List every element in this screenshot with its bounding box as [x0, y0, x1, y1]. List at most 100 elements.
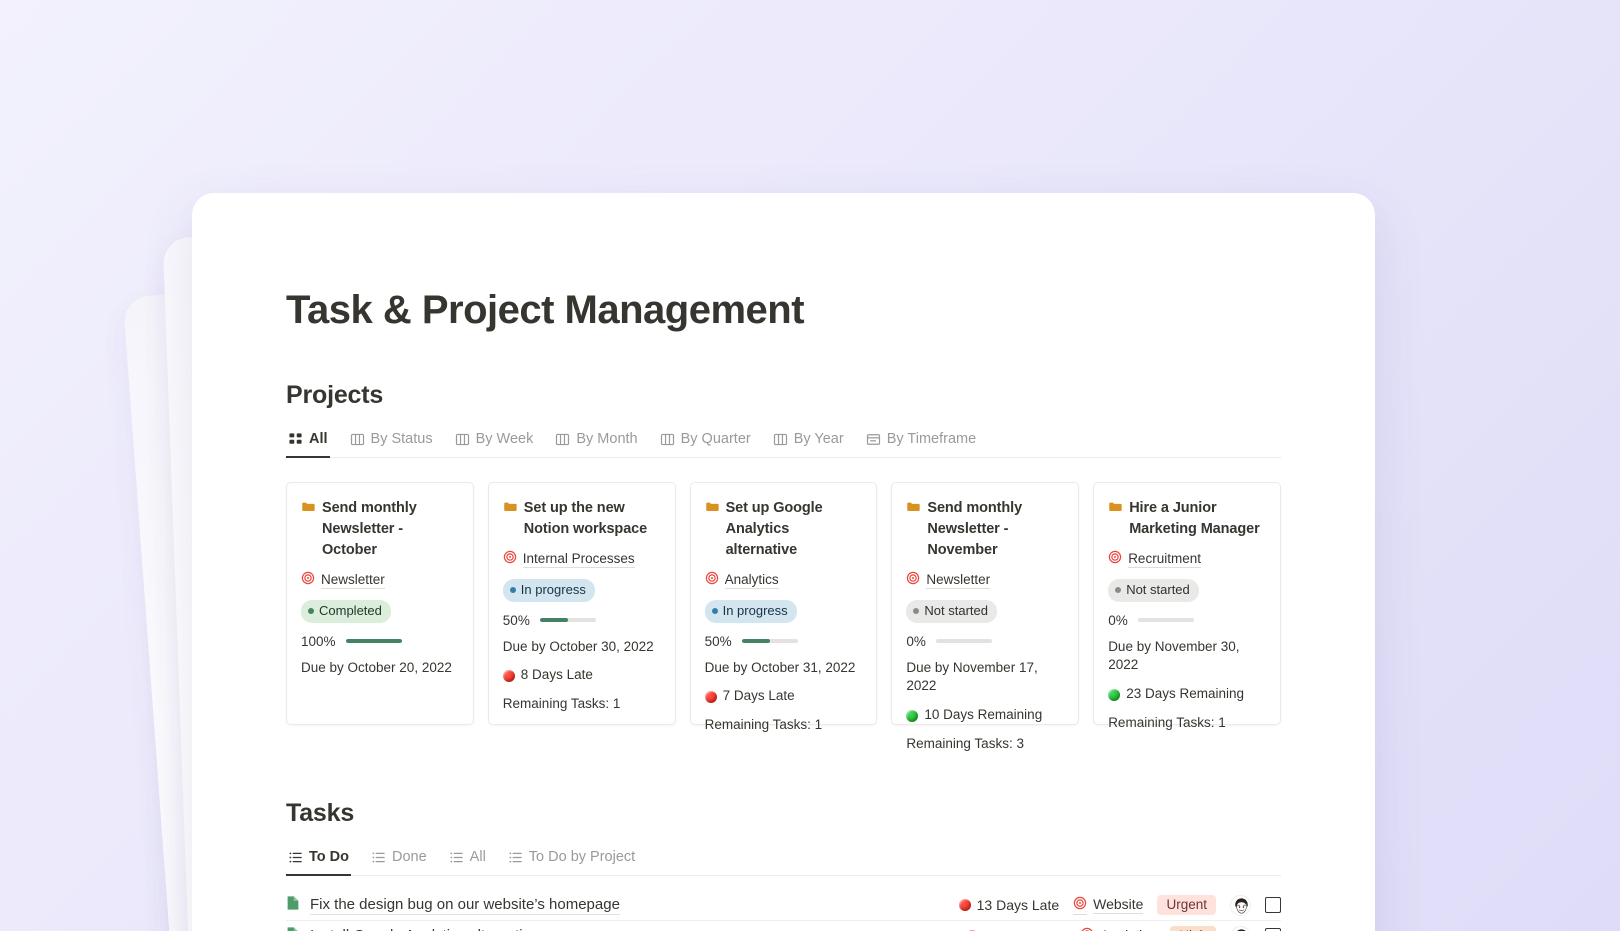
status-dot-icon	[308, 608, 314, 614]
projects-tab-by-week[interactable]: By Week	[453, 427, 536, 458]
progress-bar-fill	[540, 618, 568, 622]
tasks-tab-done[interactable]: Done	[369, 845, 429, 876]
green-circle-icon	[906, 710, 918, 722]
target-icon	[503, 550, 517, 569]
project-timing: 7 Days Late	[705, 687, 863, 706]
project-card-title: Hire a Junior Marketing Manager	[1108, 498, 1266, 540]
board-icon	[350, 432, 365, 447]
project-card-title-text: Set up the new Notion workspace	[524, 498, 661, 540]
task-title[interactable]: Install Google Analytics alternative	[310, 927, 538, 931]
project-timing-label: 10 Days Remaining	[924, 706, 1042, 725]
task-relation[interactable]: Website	[1073, 896, 1143, 915]
project-progress: 0%	[1108, 613, 1266, 628]
project-relation[interactable]: Newsletter	[906, 571, 1064, 590]
page-icon	[286, 895, 300, 916]
page-title: Task & Project Management	[286, 193, 1281, 333]
project-remaining-tasks: Remaining Tasks: 1	[1108, 714, 1266, 733]
project-card-title-text: Hire a Junior Marketing Manager	[1129, 498, 1266, 540]
project-relation[interactable]: Analytics	[705, 571, 863, 590]
project-card[interactable]: Hire a Junior Marketing Manager Recruitme…	[1093, 482, 1281, 725]
project-due-date: Due by November 30, 2022	[1108, 638, 1266, 676]
list-icon	[371, 850, 386, 865]
task-relation[interactable]: Analytics	[1080, 927, 1156, 931]
progress-bar	[936, 639, 992, 643]
board-icon	[773, 432, 788, 447]
task-title[interactable]: Fix the design bug on our website’s home…	[310, 896, 620, 915]
project-timing: 10 Days Remaining	[906, 706, 1064, 725]
project-card[interactable]: Set up the new Notion workspace Internal …	[488, 482, 676, 725]
tab-label: By Quarter	[681, 431, 751, 447]
status-dot-icon	[510, 587, 516, 593]
project-due-date: Due by October 20, 2022	[301, 659, 459, 678]
progress-bar	[540, 618, 596, 622]
tab-label: By Month	[576, 431, 637, 447]
task-relation-label: Analytics	[1100, 927, 1156, 931]
project-remaining-tasks: Remaining Tasks: 3	[906, 735, 1064, 754]
project-relation[interactable]: Recruitment	[1108, 550, 1266, 569]
status-dot-icon	[1115, 587, 1121, 593]
project-card-title: Send monthly Newsletter - November	[906, 498, 1064, 561]
board-icon	[455, 432, 470, 447]
task-done-checkbox[interactable]	[1265, 897, 1281, 913]
red-circle-icon	[503, 670, 515, 682]
project-status-row: In progress	[705, 600, 863, 623]
project-due-date: Due by November 17, 2022	[906, 659, 1064, 697]
tasks-tab-to-do[interactable]: To Do	[286, 845, 351, 876]
project-remaining-tasks: Remaining Tasks: 1	[503, 695, 661, 714]
status-badge-label: Completed	[319, 602, 382, 620]
project-status-row: Completed	[301, 600, 459, 623]
progress-percent-label: 50%	[705, 634, 732, 649]
tasks-section-heading: Tasks	[286, 799, 1281, 828]
tab-label: To Do	[309, 849, 349, 865]
tab-label: All	[470, 849, 486, 865]
folder-icon	[503, 500, 517, 540]
projects-tab-by-timeframe[interactable]: By Timeframe	[864, 427, 978, 458]
target-icon	[301, 571, 315, 590]
project-card[interactable]: Set up Google Analytics alternative Analy…	[690, 482, 878, 725]
project-card[interactable]: Send monthly Newsletter - November Newsle…	[891, 482, 1079, 725]
progress-percent-label: 50%	[503, 613, 530, 628]
status-badge-label: Not started	[924, 602, 988, 620]
project-due-date: Due by October 30, 2022	[503, 638, 661, 657]
projects-tab-by-quarter[interactable]: By Quarter	[658, 427, 753, 458]
projects-tab-by-status[interactable]: By Status	[348, 427, 435, 458]
avatar	[1230, 895, 1251, 916]
green-circle-icon	[1108, 689, 1120, 701]
red-circle-icon	[705, 691, 717, 703]
project-card[interactable]: Send monthly Newsletter - October Newslet…	[286, 482, 474, 725]
project-card-grid: Send monthly Newsletter - October Newslet…	[286, 482, 1281, 725]
project-status-row: Not started	[1108, 579, 1266, 602]
project-relation-label: Newsletter	[926, 572, 990, 589]
target-icon	[1073, 896, 1087, 915]
task-timing-label: 13 Days Late	[977, 897, 1060, 913]
projects-section-heading: Projects	[286, 381, 1281, 410]
tasks-tab-to-do-by-project[interactable]: To Do by Project	[506, 845, 637, 876]
projects-tab-by-year[interactable]: By Year	[771, 427, 846, 458]
target-icon	[705, 571, 719, 590]
status-badge: Completed	[301, 600, 391, 623]
projects-tab-by-month[interactable]: By Month	[553, 427, 639, 458]
project-card-title: Set up Google Analytics alternative	[705, 498, 863, 561]
task-row[interactable]: Install Google Analytics alternative12 D…	[286, 921, 1281, 931]
progress-percent-label: 100%	[301, 634, 336, 649]
project-relation-label: Internal Processes	[523, 551, 635, 568]
status-badge: Not started	[906, 600, 997, 623]
grid-icon	[288, 432, 303, 447]
tab-label: By Year	[794, 431, 844, 447]
progress-bar	[1138, 618, 1194, 622]
project-card-title: Send monthly Newsletter - October	[301, 498, 459, 561]
project-relation[interactable]: Newsletter	[301, 571, 459, 590]
task-list: Fix the design bug on our website’s home…	[286, 890, 1281, 931]
project-progress: 100%	[301, 634, 459, 649]
avatar	[1230, 926, 1251, 931]
tab-label: By Status	[371, 431, 433, 447]
projects-tab-all[interactable]: All	[286, 427, 330, 458]
folder-icon	[906, 500, 920, 561]
project-timing: 8 Days Late	[503, 666, 661, 685]
task-row[interactable]: Fix the design bug on our website’s home…	[286, 890, 1281, 921]
tasks-tab-all[interactable]: All	[447, 845, 488, 876]
tab-label: All	[309, 431, 328, 447]
project-progress: 50%	[503, 613, 661, 628]
project-relation[interactable]: Internal Processes	[503, 550, 661, 569]
list-icon	[288, 850, 303, 865]
